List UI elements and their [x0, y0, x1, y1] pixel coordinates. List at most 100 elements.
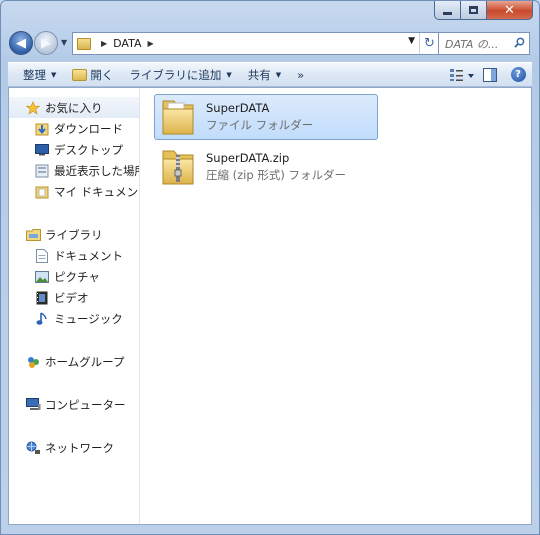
nav-item-my-documents[interactable]: マイ ドキュメント — [9, 181, 139, 202]
nav-homegroup-label: ホームグループ — [45, 354, 125, 369]
nav-favorites[interactable]: お気に入り — [9, 97, 139, 118]
star-icon — [25, 100, 41, 116]
back-arrow-icon: ◀ — [16, 35, 26, 51]
nav-item-label: ピクチャ — [54, 269, 100, 284]
caption-buttons: ✕ — [434, 1, 533, 20]
maximize-button[interactable] — [461, 1, 487, 20]
organize-label: 整理 — [23, 67, 46, 82]
command-bar: 整理 ▼ 開く ライブラリに追加 ▼ 共有 ▼ » ? — [8, 62, 532, 87]
breadcrumb-separator-icon[interactable]: ▶ — [148, 39, 154, 48]
maximize-icon — [469, 6, 478, 14]
address-dropdown-icon[interactable]: ▼ — [408, 36, 415, 46]
navigation-bar: ◀ ▶ ▼ ▶ DATA ▶ ▼ ↻ DATA の... — [8, 28, 532, 58]
open-label: 開く — [90, 67, 114, 82]
explorer-window: ✕ ◀ ▶ ▼ ▶ DATA ▶ ▼ ↻ DATA の... 整理 ▼ 開く ラ… — [0, 0, 540, 535]
nav-item-label: 最近表示した場所 — [54, 163, 140, 178]
more-label: » — [297, 67, 305, 82]
nav-item-label: ミュージック — [54, 311, 123, 326]
desktop-icon — [34, 142, 50, 158]
video-icon — [34, 290, 50, 306]
navigation-pane: お気に入り ダウンロード デスクトップ 最近表示した場所 マイ ドキュメン ライ… — [9, 88, 140, 524]
minimize-button[interactable] — [434, 1, 461, 20]
nav-item-downloads[interactable]: ダウンロード — [9, 118, 139, 139]
open-button[interactable]: 開く — [64, 63, 121, 86]
network-icon — [25, 440, 41, 456]
nav-item-label: マイ ドキュメント — [54, 184, 139, 199]
more-commands-button[interactable]: » — [289, 63, 312, 86]
search-placeholder: DATA の... — [445, 37, 499, 51]
open-folder-icon — [72, 68, 88, 81]
refresh-button[interactable]: ↻ — [419, 33, 439, 54]
preview-pane-button[interactable] — [476, 63, 504, 86]
search-input[interactable]: DATA の... — [438, 32, 530, 55]
nav-libraries-label: ライブラリ — [45, 227, 103, 242]
file-item-superdata-folder[interactable]: SuperDATA ファイル フォルダー — [154, 94, 378, 140]
file-item-superdata-zip[interactable]: SuperDATA.zip 圧縮 (zip 形式) フォルダー — [154, 144, 378, 190]
forward-button[interactable]: ▶ — [34, 31, 58, 55]
music-note-icon — [34, 311, 50, 327]
breadcrumb-separator-icon[interactable]: ▶ — [101, 39, 107, 48]
nav-item-label: ドキュメント — [54, 248, 123, 263]
close-button[interactable]: ✕ — [487, 1, 533, 20]
file-type: 圧縮 (zip 形式) フォルダー — [206, 168, 346, 182]
documents-folder-icon — [34, 184, 50, 200]
recent-places-icon — [34, 163, 50, 179]
help-button[interactable]: ? — [504, 63, 532, 86]
nav-item-label: ビデオ — [54, 290, 89, 305]
nav-favorites-label: お気に入り — [45, 100, 103, 115]
help-icon: ? — [510, 67, 526, 82]
nav-network-label: ネットワーク — [45, 440, 114, 455]
nav-item-pictures[interactable]: ピクチャ — [9, 266, 139, 287]
pictures-icon — [34, 269, 50, 285]
share-label: 共有 — [247, 67, 271, 82]
nav-item-videos[interactable]: ビデオ — [9, 287, 139, 308]
organize-button[interactable]: 整理 ▼ — [8, 63, 64, 86]
folder-icon — [160, 97, 198, 137]
nav-computer-label: コンピューター — [45, 397, 126, 412]
file-name: SuperDATA.zip — [206, 151, 290, 165]
close-icon: ✕ — [504, 2, 515, 18]
computer-icon — [25, 397, 41, 413]
nav-computer[interactable]: コンピューター — [9, 394, 139, 415]
nav-network[interactable]: ネットワーク — [9, 437, 139, 458]
add-to-library-label: ライブラリに追加 — [129, 67, 222, 82]
share-button[interactable]: 共有 ▼ — [240, 63, 289, 86]
folder-icon — [77, 37, 91, 50]
view-options-icon — [450, 68, 474, 81]
nav-item-label: ダウンロード — [54, 121, 123, 136]
recent-pages-dropdown[interactable]: ▼ — [61, 38, 69, 47]
breadcrumb-item-data[interactable]: DATA — [113, 37, 141, 50]
address-bar[interactable]: ▶ DATA ▶ ▼ ↻ — [72, 32, 442, 55]
file-list: SuperDATA ファイル フォルダー SuperDATA.zip 圧縮 (z… — [141, 88, 531, 524]
forward-arrow-icon: ▶ — [41, 35, 51, 51]
file-name: SuperDATA — [206, 101, 270, 115]
zip-folder-icon — [160, 147, 198, 187]
nav-item-recent-places[interactable]: 最近表示した場所 — [9, 160, 139, 181]
nav-item-music[interactable]: ミュージック — [9, 308, 139, 329]
chevron-down-icon: ▼ — [226, 70, 232, 79]
downloads-folder-icon — [34, 121, 50, 137]
file-text: SuperDATA ファイル フォルダー — [206, 100, 313, 134]
chevron-down-icon: ▼ — [51, 70, 57, 79]
preview-pane-icon — [483, 67, 497, 82]
nav-libraries[interactable]: ライブラリ — [9, 224, 139, 245]
file-text: SuperDATA.zip 圧縮 (zip 形式) フォルダー — [206, 150, 346, 184]
nav-item-documents[interactable]: ドキュメント — [9, 245, 139, 266]
nav-item-label: デスクトップ — [54, 142, 123, 157]
change-view-button[interactable] — [448, 63, 476, 86]
homegroup-icon — [25, 354, 41, 370]
toolbar-right: ? — [448, 63, 532, 86]
nav-item-desktop[interactable]: デスクトップ — [9, 139, 139, 160]
back-button[interactable]: ◀ — [9, 31, 33, 55]
document-icon — [34, 248, 50, 264]
nav-homegroup[interactable]: ホームグループ — [9, 351, 139, 372]
search-icon[interactable] — [514, 37, 525, 48]
explorer-content: お気に入り ダウンロード デスクトップ 最近表示した場所 マイ ドキュメン ライ… — [8, 87, 532, 525]
add-to-library-button[interactable]: ライブラリに追加 ▼ — [121, 63, 239, 86]
file-type: ファイル フォルダー — [206, 118, 314, 132]
minimize-icon — [443, 11, 452, 15]
library-icon — [25, 227, 41, 243]
